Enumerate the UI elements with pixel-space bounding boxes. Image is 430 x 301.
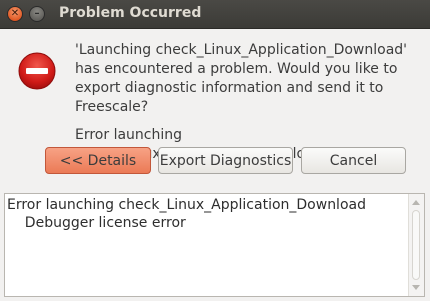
window-title: Problem Occurred: [59, 5, 202, 21]
details-text: Error launching check_Linux_Application_…: [7, 197, 366, 231]
close-icon: ✕: [10, 8, 20, 19]
cancel-button[interactable]: Cancel: [301, 147, 406, 174]
scroll-down-icon[interactable]: [412, 285, 420, 290]
vertical-scrollbar[interactable]: [408, 194, 424, 296]
export-diagnostics-button[interactable]: Export Diagnostics: [158, 147, 293, 174]
details-button[interactable]: << Details: [45, 147, 151, 174]
title-bar: ✕ – Problem Occurred: [0, 0, 430, 29]
error-message: 'Launching check_Linux_Application_Downl…: [75, 41, 425, 164]
scroll-up-icon[interactable]: [412, 200, 420, 205]
details-textarea[interactable]: Error launching check_Linux_Application_…: [4, 193, 425, 297]
minimize-window-button[interactable]: –: [29, 6, 45, 22]
error-stop-icon: [18, 52, 56, 90]
close-window-button[interactable]: ✕: [7, 6, 23, 22]
scroll-thumb[interactable]: [412, 210, 420, 280]
minimize-icon: –: [34, 8, 40, 19]
message-text: 'Launching check_Linux_Application_Downl…: [75, 42, 408, 115]
